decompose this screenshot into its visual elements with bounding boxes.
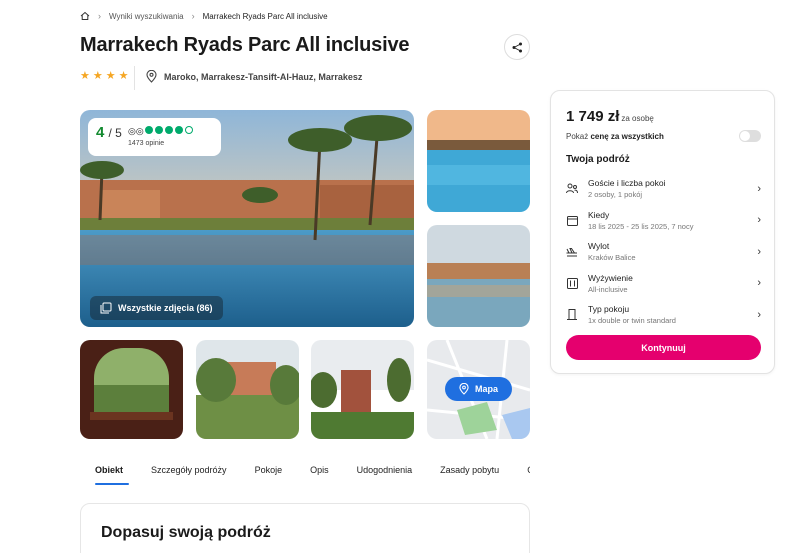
all-photos-button[interactable]: Wszystkie zdjęcia (86) xyxy=(90,296,223,320)
trip-row-room[interactable]: Typ pokoju 1x double or twin standard › xyxy=(566,299,761,331)
home-icon[interactable] xyxy=(80,11,90,21)
star-icon: ★ xyxy=(118,70,129,82)
star-icon: ★ xyxy=(80,70,90,82)
trip-row-board[interactable]: Wyżywienie All-inclusive › xyxy=(566,268,761,300)
map-button[interactable]: Mapa xyxy=(445,377,512,401)
rating-bubble xyxy=(145,126,153,134)
rating-score: 4 / 5 xyxy=(96,124,122,141)
price-value: 1 749 zł xyxy=(566,108,620,125)
tab-opis[interactable]: Opis xyxy=(296,465,343,485)
rating-card[interactable]: 4 / 5 ◎◎ 1473 opinie xyxy=(88,118,221,156)
trip-title: Twoja podróż xyxy=(566,154,630,165)
guests-icon xyxy=(566,183,578,195)
rating-bubble xyxy=(175,126,183,134)
divider xyxy=(134,66,135,90)
tab-next[interactable]: O xyxy=(513,465,530,485)
rating-bubble xyxy=(155,126,163,134)
pool-photo xyxy=(427,110,530,212)
location-text: Maroko, Marrakesz-Tansift-Al-Hauz, Marra… xyxy=(164,71,363,82)
share-icon xyxy=(512,42,522,52)
trip-row-guests[interactable]: Goście i liczba pokoi 2 osoby, 1 pokój › xyxy=(566,173,761,205)
photo-garden-tower[interactable] xyxy=(311,340,414,439)
food-icon xyxy=(566,277,578,289)
continue-button[interactable]: Kontynuuj xyxy=(566,335,761,360)
chevron-right-icon: › xyxy=(98,11,101,21)
door-icon xyxy=(566,309,578,321)
trip-row-dates[interactable]: Kiedy 18 lis 2025 - 25 lis 2025, 7 nocy › xyxy=(566,205,761,237)
photo-pool-sunset[interactable] xyxy=(427,225,530,327)
breadcrumb-search-results[interactable]: Wyniki wyszukiwania xyxy=(109,12,184,21)
trip-row-departure[interactable]: Wylot Kraków Balice › xyxy=(566,236,761,268)
garden-photo xyxy=(196,340,299,439)
chevron-right-icon: › xyxy=(191,11,195,21)
location-pin-icon xyxy=(146,70,157,83)
fit-trip-section: Dopasuj swoją podróż xyxy=(80,503,530,553)
page-title: Marrakech Ryads Parc All inclusive xyxy=(80,34,410,56)
hotel-stars: ★ ★ ★ ★ xyxy=(80,71,129,82)
tripadvisor-icon: ◎◎ xyxy=(128,126,144,136)
tab-szczegoly-podrozy[interactable]: Szczegóły podróży xyxy=(137,465,241,485)
breadcrumb-current: Marrakech Ryads Parc All inclusive xyxy=(202,11,328,21)
chevron-right-icon: › xyxy=(757,245,761,258)
price-unit: za osobę xyxy=(621,114,654,123)
total-price-toggle[interactable] xyxy=(739,130,761,142)
rating-bubbles xyxy=(145,126,193,134)
map-label: Mapa xyxy=(474,384,498,394)
trip-details: Goście i liczba pokoi 2 osoby, 1 pokój › … xyxy=(566,173,761,331)
chevron-right-icon: › xyxy=(757,182,761,195)
gallery-icon xyxy=(100,302,112,314)
breadcrumb: › Wyniki wyszukiwania › Marrakech Ryads … xyxy=(80,11,328,21)
chevron-right-icon: › xyxy=(757,277,761,290)
photo-pool-wide[interactable] xyxy=(427,110,530,212)
share-button[interactable] xyxy=(504,34,530,60)
fit-trip-title: Dopasuj swoją podróż xyxy=(101,524,271,541)
hotel-location[interactable]: Maroko, Marrakesz-Tansift-Al-Hauz, Marra… xyxy=(146,70,362,83)
star-icon: ★ xyxy=(92,70,103,82)
tab-pokoje[interactable]: Pokoje xyxy=(241,465,297,485)
plane-icon xyxy=(566,246,578,258)
tab-zasady-pobytu[interactable]: Zasady pobytu xyxy=(426,465,513,485)
photo-garden-window[interactable] xyxy=(80,340,183,439)
chevron-right-icon: › xyxy=(757,214,761,227)
tab-obiekt[interactable]: Obiekt xyxy=(80,465,137,485)
calendar-icon xyxy=(566,214,578,226)
chevron-right-icon: › xyxy=(757,308,761,321)
garden-photo xyxy=(80,340,183,439)
rating-bubble xyxy=(165,126,173,134)
pool-photo xyxy=(427,225,530,327)
location-pin-icon xyxy=(459,383,469,395)
photo-garden-building[interactable] xyxy=(196,340,299,439)
toggle-label: Pokaż cenę za wszystkich xyxy=(566,131,664,141)
tab-udogodnienia[interactable]: Udogodnienia xyxy=(343,465,427,485)
rating-opinions: 1473 opinie xyxy=(128,140,165,147)
section-tabs: Obiekt Szczegóły podróży Pokoje Opis Udo… xyxy=(80,465,530,485)
star-icon: ★ xyxy=(105,70,116,82)
rating-bubble-empty xyxy=(185,126,193,134)
all-photos-label: Wszystkie zdjęcia (86) xyxy=(118,303,213,313)
booking-card: 1 749 zł za osobę Pokaż cenę za wszystkic… xyxy=(550,90,775,374)
garden-photo xyxy=(311,340,414,439)
price: 1 749 zł za osobę xyxy=(566,108,654,125)
total-price-toggle-row: Pokaż cenę za wszystkich xyxy=(566,130,761,142)
